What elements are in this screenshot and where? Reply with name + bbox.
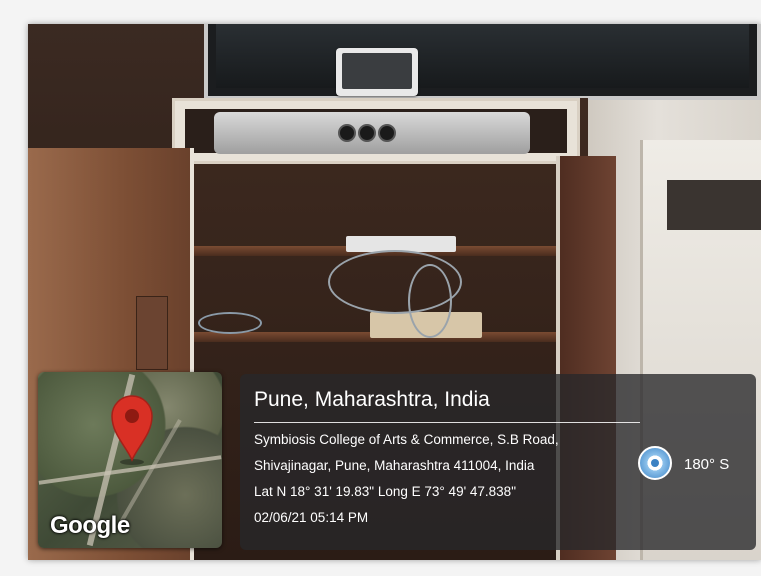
camera-lens: [378, 124, 396, 142]
camera-lens: [338, 124, 356, 142]
cable-bundle: [198, 312, 262, 334]
tv-display: [204, 24, 761, 100]
location-title: Pune, Maharashtra, India: [254, 388, 490, 411]
control-tablet-screen: [342, 53, 412, 89]
map-pin-icon: [110, 394, 154, 471]
door-label-plate: [136, 296, 168, 370]
tv-screen: [216, 24, 749, 88]
control-tablet: [336, 48, 418, 96]
video-bar-device: [214, 112, 530, 154]
address-line-2: Shivajinagar, Pune, Maharashtra 411004, …: [254, 458, 535, 473]
camera-lens: [358, 124, 376, 142]
heading-text: 180° S: [684, 456, 730, 473]
location-info-panel: Pune, Maharashtra, India Symbiosis Colle…: [240, 374, 756, 550]
google-logo: Google: [50, 512, 130, 539]
map-thumbnail: Google: [38, 372, 222, 548]
divider: [254, 422, 640, 423]
datetime-text: 02/06/21 05:14 PM: [254, 510, 369, 525]
compass-center: [651, 459, 659, 467]
coordinates-text: Lat N 18° 31' 19.83" Long E 73° 49' 47.8…: [254, 484, 516, 499]
address-line-1: Symbiosis College of Arts & Commerce, S.…: [254, 432, 559, 447]
cable: [408, 264, 452, 338]
compass-icon: [638, 446, 672, 480]
side-cabinet-slot: [667, 180, 761, 230]
